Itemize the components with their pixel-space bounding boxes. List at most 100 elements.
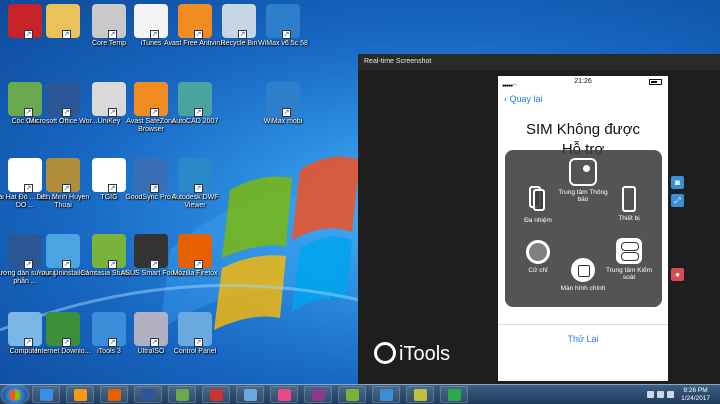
fullscreen-icon[interactable]: ⤢ <box>671 194 684 207</box>
taskbar-winrar-icon <box>312 389 325 401</box>
taskbar-button[interactable] <box>134 386 162 403</box>
itools-logo: iTools <box>374 342 450 366</box>
desktop-shortcut-label: Mozilla Firefox <box>172 270 218 277</box>
desktop-shortcut[interactable]: ↗ WiMax mobi <box>248 80 318 156</box>
autocad-icon: ↗ <box>178 82 212 117</box>
phone-time: 21:26 <box>574 78 592 85</box>
firefox-icon: ↗ <box>178 234 212 269</box>
desktop-shortcut-label: WiMax v6.5c 58 <box>258 40 308 47</box>
network-icon[interactable] <box>657 391 664 398</box>
gestures-icon <box>526 240 550 264</box>
home-icon <box>571 258 595 282</box>
shortcut-arrow-icon: ↗ <box>238 30 247 39</box>
record-icon[interactable]: ● <box>671 268 684 281</box>
taskbar-button[interactable] <box>440 386 468 403</box>
shortcut-arrow-icon: ↗ <box>62 108 71 117</box>
taskbar-button[interactable] <box>270 386 298 403</box>
clock-time: 9:26 PM <box>683 387 708 394</box>
taskbar-button[interactable] <box>304 386 332 403</box>
taskbar-button[interactable] <box>372 386 400 403</box>
itools-screenshot-window[interactable]: Real-time Screenshot ●●●●● ◠ 21:26 ‹ Qua… <box>358 54 720 384</box>
taskbar-itools-icon <box>380 389 393 401</box>
notification-center-icon <box>569 158 597 186</box>
taskbar-button[interactable] <box>338 386 366 403</box>
taskbar-firefox-icon <box>108 389 121 401</box>
multitasking-button[interactable]: Đa nhiệm <box>508 186 568 224</box>
taskbar-word-icon <box>142 389 155 401</box>
taskbar-unikey-icon <box>210 389 223 401</box>
desktop-icons: ↗ ↗ ↗ Core Temp ↗ iTunes ↗ Avast Free Antivirus… <box>0 0 360 384</box>
desktop-shortcut[interactable]: ↗ Autodesk DWF Viewer <box>160 156 230 232</box>
window-title: Real-time Screenshot <box>358 54 720 70</box>
taskbar-camtasia-icon <box>346 389 359 401</box>
taskbar-green-app-icon <box>448 389 461 401</box>
desktop-shortcut-label: AutoCAD 2007 <box>171 118 219 125</box>
taskbar-button[interactable] <box>202 386 230 403</box>
taskbar-itunes-icon <box>278 389 291 401</box>
shortcut-arrow-icon: ↗ <box>62 30 71 39</box>
dwf-viewer-icon: ↗ <box>178 158 212 193</box>
shortcut-arrow-icon: ↗ <box>194 30 203 39</box>
taskbar-coccoc-icon <box>176 389 189 401</box>
back-label: Quay lại <box>509 94 543 104</box>
control-panel-icon: ↗ <box>178 312 212 347</box>
shortcut-arrow-icon: ↗ <box>150 260 159 269</box>
itools-logo-icon <box>374 342 396 364</box>
shortcut-arrow-icon: ↗ <box>194 108 203 117</box>
retry-button[interactable]: Thử Lại <box>498 334 668 344</box>
shortcut-arrow-icon: ↗ <box>150 30 159 39</box>
clock[interactable]: 9:26 PM 1/24/2017 <box>681 387 710 403</box>
shortcut-arrow-icon: ↗ <box>282 30 291 39</box>
taskbar-button[interactable] <box>66 386 94 403</box>
shortcut-arrow-icon: ↗ <box>150 338 159 347</box>
clock-date: 1/24/2017 <box>681 395 710 402</box>
shortcut-arrow-icon: ↗ <box>194 338 203 347</box>
taskbar-camtasia-recorder-icon <box>414 389 427 401</box>
back-button[interactable]: ‹ Quay lại <box>504 94 543 104</box>
shortcut-arrow-icon: ↗ <box>62 260 71 269</box>
sim-message-line1: SIM Không được <box>525 121 641 138</box>
taskbar-media-player-icon <box>74 389 87 401</box>
volume-icon[interactable] <box>667 391 674 398</box>
multitasking-label: Đa nhiệm <box>524 217 552 224</box>
taskbar-button[interactable] <box>168 386 196 403</box>
shortcut-arrow-icon: ↗ <box>150 184 159 193</box>
device-icon <box>622 186 636 212</box>
shortcut-arrow-icon: ↗ <box>150 108 159 117</box>
control-center-icon <box>616 238 642 264</box>
multitasking-icon <box>525 186 551 214</box>
taskbar-button[interactable] <box>32 386 60 403</box>
shortcut-arrow-icon: ↗ <box>282 108 291 117</box>
desktop-shortcut[interactable]: ↗ WiMax v6.5c 58 <box>248 2 318 78</box>
desktop-shortcut[interactable]: ↗ Mozilla Firefox <box>160 232 230 308</box>
device-button[interactable]: Thiết bị <box>599 186 659 222</box>
desktop-shortcut[interactable]: ↗ Control Panel <box>160 310 230 384</box>
desktop-shortcut-label: WiMax mobi <box>263 118 303 125</box>
desktop-shortcut[interactable]: ↗ AutoCAD 2007 <box>160 80 230 156</box>
taskbar-button[interactable] <box>236 386 264 403</box>
assistive-touch-menu: Trung tâm Thông báo Đa nhiệm Thiết bị Cử… <box>505 150 662 307</box>
itools-logo-text: iTools <box>399 343 451 365</box>
shortcut-arrow-icon: ↗ <box>194 184 203 193</box>
flag-icon[interactable] <box>647 391 654 398</box>
shortcut-arrow-icon: ↗ <box>194 260 203 269</box>
taskbar-button[interactable] <box>100 386 128 403</box>
home-label: Màn hình chính <box>560 285 606 292</box>
phone-screen: ●●●●● ◠ 21:26 ‹ Quay lại SIM Không được … <box>498 76 668 381</box>
system-tray: 9:26 PM 1/24/2017 <box>638 385 718 404</box>
device-label: Thiết bị <box>618 215 640 222</box>
taskbar: 9:26 PM 1/24/2017 <box>0 384 720 404</box>
home-button[interactable]: Màn hình chính <box>553 258 613 292</box>
divider <box>498 324 668 325</box>
shortcut-arrow-icon: ↗ <box>62 338 71 347</box>
battery-icon <box>649 79 662 85</box>
start-button[interactable] <box>2 386 28 404</box>
wimax-icon: ↗ <box>266 4 300 39</box>
desktop-shortcut-label: Autodesk DWF Viewer <box>171 194 219 209</box>
phone-status-bar: ●●●●● ◠ 21:26 <box>498 76 668 89</box>
camera-icon[interactable]: ◙ <box>671 176 684 189</box>
taskbar-control-panel-icon <box>244 389 257 401</box>
shortcut-arrow-icon: ↗ <box>62 184 71 193</box>
signal-icon: ●●●●● ◠ <box>502 83 517 89</box>
taskbar-button[interactable] <box>406 386 434 403</box>
